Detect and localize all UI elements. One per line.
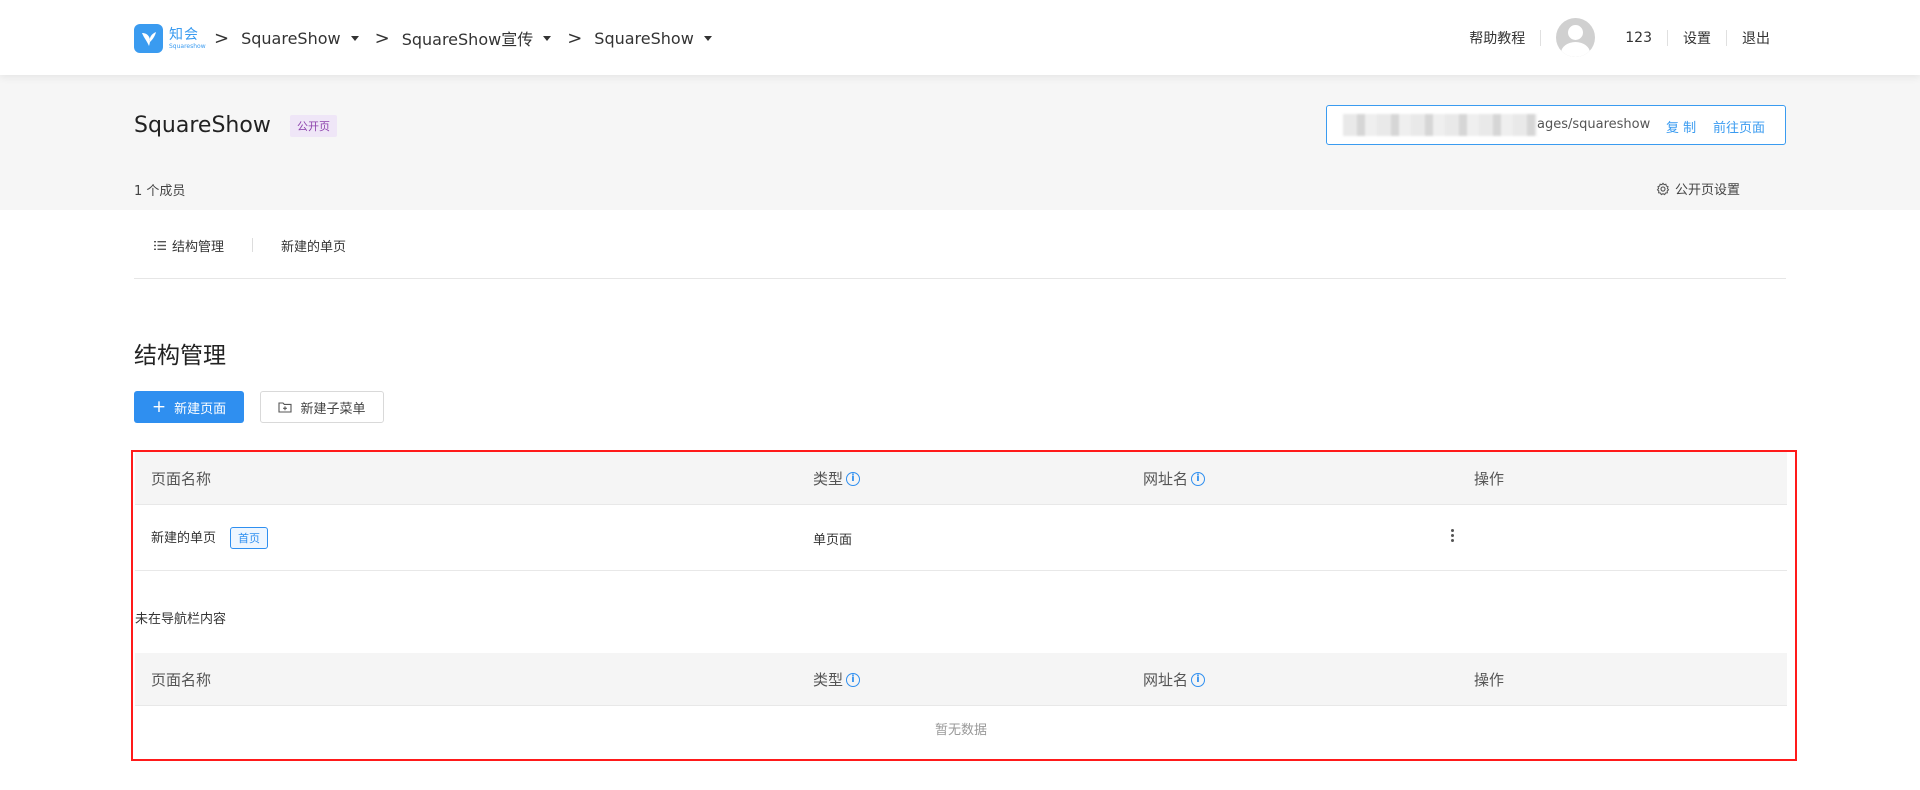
avatar[interactable]: [1556, 18, 1596, 57]
goto-page-link[interactable]: 前往页面: [1713, 117, 1765, 136]
page-title: SquareShow: [134, 113, 271, 138]
page-type-cell: 单页面: [813, 533, 853, 548]
divider: [1726, 29, 1727, 46]
logo-subname: Squareshow: [169, 42, 206, 50]
caret-down-icon: [350, 35, 359, 41]
column-header-name: 页面名称: [151, 669, 211, 690]
public-page-badge: 公开页: [290, 115, 337, 137]
divider: [1667, 29, 1668, 46]
structure-table-area: 页面名称 类型 i 网址名 i 操作 新建的单页 首页 单页面 未在导航栏内容 页…: [131, 450, 1797, 761]
app-logo[interactable]: 知会 Squareshow: [134, 24, 206, 53]
user-menu: 帮助教程 123 设置 退出: [1469, 18, 1770, 57]
column-label: 页面名称: [151, 671, 212, 689]
tab-structure[interactable]: 结构管理: [154, 235, 224, 255]
new-page-label: 新建页面: [174, 401, 227, 417]
column-header-actions: 操作: [1474, 669, 1504, 690]
member-count[interactable]: 1 个成员: [134, 180, 185, 199]
info-icon[interactable]: i: [1191, 672, 1206, 687]
column-header-actions: 操作: [1474, 468, 1504, 489]
divider: [1540, 29, 1542, 46]
home-badge: 首页: [230, 527, 269, 549]
public-page-settings-button[interactable]: 公开页设置: [1656, 179, 1740, 198]
column-label: 类型: [813, 470, 844, 488]
username[interactable]: 123: [1625, 30, 1652, 46]
breadcrumb-item-project[interactable]: > SquareShow宣传: [375, 26, 552, 50]
tab-bar: 结构管理 新建的单页: [134, 235, 1786, 279]
info-icon[interactable]: i: [846, 471, 861, 486]
divider: [252, 238, 254, 252]
tab-label: 新建的单页: [281, 239, 347, 255]
plus-icon: +: [151, 396, 167, 417]
help-link[interactable]: 帮助教程: [1469, 28, 1525, 48]
new-submenu-button[interactable]: 新建子菜单: [260, 391, 384, 423]
column-header-url: 网址名 i: [1143, 468, 1206, 489]
public-url-text: ages/squareshow: [1537, 117, 1651, 132]
column-header-type: 类型 i: [813, 468, 861, 489]
caret-down-icon: [543, 35, 552, 41]
logo-icon: [134, 24, 163, 53]
public-url-box: ages/squareshow 复 制 前往页面: [1326, 105, 1786, 145]
settings-link[interactable]: 设置: [1683, 28, 1711, 48]
logo-name: 知会: [169, 26, 199, 43]
column-header-name: 页面名称: [151, 468, 211, 489]
not-in-nav-title: 未在导航栏内容: [135, 612, 227, 627]
chevron-right-icon: >: [214, 27, 230, 49]
table-header: 页面名称 类型 i 网址名 i 操作: [135, 653, 1787, 706]
page-settings-label: 公开页设置: [1675, 183, 1741, 198]
column-header-type: 类型 i: [813, 669, 861, 690]
more-vertical-icon[interactable]: [1447, 527, 1457, 545]
empty-state: 暂无数据: [934, 723, 987, 738]
blurred-url: [1343, 114, 1537, 136]
column-label: 页面名称: [151, 470, 212, 488]
info-icon[interactable]: i: [1191, 471, 1206, 486]
list-icon: [154, 240, 166, 250]
gear-icon: [1656, 182, 1670, 195]
column-label: 类型: [813, 671, 844, 689]
page-name: 新建的单页: [151, 531, 217, 546]
page-header: SquareShow 公开页 ages/squareshow 复 制 前往页面 …: [0, 75, 1920, 210]
caret-down-icon: [703, 35, 712, 41]
column-header-url: 网址名 i: [1143, 669, 1206, 690]
info-icon[interactable]: i: [846, 672, 861, 687]
table-row[interactable]: 新建的单页 首页 单页面: [135, 505, 1787, 571]
breadcrumb-label: SquareShow宣传: [401, 30, 534, 49]
page-name-cell: 新建的单页 首页: [151, 527, 269, 549]
tab-label: 结构管理: [172, 239, 225, 255]
column-label: 网址名: [1143, 470, 1189, 488]
breadcrumb-item-page[interactable]: > SquareShow: [567, 28, 712, 49]
new-submenu-label: 新建子菜单: [300, 401, 366, 417]
breadcrumb: > SquareShow > SquareShow宣传 > SquareShow: [214, 26, 728, 50]
breadcrumb-label: SquareShow: [594, 28, 694, 48]
column-label: 操作: [1474, 671, 1505, 689]
chevron-right-icon: >: [567, 27, 583, 49]
tab-new-single-page[interactable]: 新建的单页: [281, 235, 346, 255]
table-header: 页面名称 类型 i 网址名 i 操作: [135, 452, 1787, 505]
column-label: 网址名: [1143, 671, 1189, 689]
chevron-right-icon: >: [374, 27, 390, 49]
copy-url-button[interactable]: 复 制: [1666, 117, 1696, 136]
breadcrumb-item-team[interactable]: > SquareShow: [214, 28, 359, 49]
top-bar: 知会 Squareshow > SquareShow > SquareShow宣…: [0, 0, 1920, 75]
folder-plus-icon: [278, 402, 293, 413]
logout-link[interactable]: 退出: [1742, 28, 1770, 48]
breadcrumb-label: SquareShow: [241, 28, 341, 48]
section-title: 结构管理: [134, 343, 226, 369]
new-page-button[interactable]: + 新建页面: [134, 391, 244, 423]
column-label: 操作: [1474, 470, 1505, 488]
